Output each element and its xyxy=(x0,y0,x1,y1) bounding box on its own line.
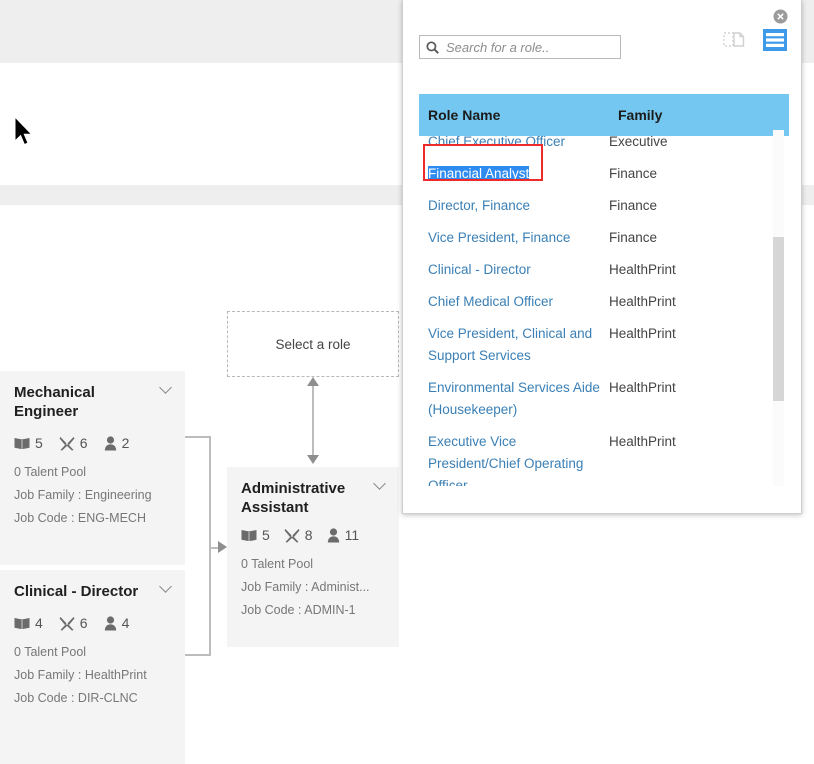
stat-value: 5 xyxy=(262,527,270,543)
role-table-body[interactable]: Chief Executive Officer Executive Financ… xyxy=(419,126,801,486)
list-view-icon[interactable] xyxy=(763,29,787,51)
cell-family: Finance xyxy=(609,166,658,181)
card-talent-pool: 0 Talent Pool xyxy=(14,465,87,479)
tools-icon xyxy=(284,528,300,543)
cell-family: HealthPrint xyxy=(609,380,676,395)
cell-role-name[interactable]: Environmental Services Aide (Housekeeper… xyxy=(428,372,609,426)
table-row[interactable]: Environmental Services Aide (Housekeeper… xyxy=(419,372,801,426)
cell-role-name[interactable]: Vice President, Clinical and Support Ser… xyxy=(428,318,609,372)
column-header-family: Family xyxy=(618,107,663,123)
chevron-down-icon[interactable] xyxy=(160,582,173,590)
card-stats: 5 8 11 xyxy=(241,527,385,543)
role-table-header: Role Name Family xyxy=(419,94,789,136)
stat-value: 4 xyxy=(35,615,43,631)
stat-people: 4 xyxy=(104,615,130,631)
card-view-icon[interactable] xyxy=(723,30,745,50)
table-row[interactable]: Director, Finance Finance xyxy=(419,190,801,222)
stat-people: 11 xyxy=(327,527,360,543)
stat-value: 11 xyxy=(344,527,360,543)
card-title: Clinical - Director xyxy=(14,583,139,600)
dropzone-connector-line xyxy=(312,381,314,459)
stat-competencies: 5 xyxy=(14,435,43,451)
stat-value: 4 xyxy=(121,615,130,631)
person-icon xyxy=(104,615,116,630)
stat-value: 2 xyxy=(121,435,130,451)
connector-line-bottom xyxy=(185,654,211,656)
cell-role-name[interactable]: Financial Analyst xyxy=(428,158,609,190)
cell-role-name[interactable]: Director, Finance xyxy=(428,190,609,222)
table-row[interactable]: Executive Vice President/Chief Operating… xyxy=(419,426,801,486)
card-job-family: Job Family : Administ... xyxy=(241,580,370,594)
card-title: Administrative Assistant xyxy=(241,480,346,516)
cell-family: HealthPrint xyxy=(609,294,676,309)
cell-family: Finance xyxy=(609,198,658,213)
table-row[interactable]: Vice President, Finance Finance xyxy=(419,222,801,254)
tools-icon xyxy=(59,436,75,451)
stat-skills: 8 xyxy=(284,527,313,543)
role-card-mechanical-engineer[interactable]: Mechanical Engineer 5 6 2 0 Talent Pool … xyxy=(0,371,185,565)
card-job-code: Job Code : DIR-CLNC xyxy=(14,691,138,705)
role-card-clinical-director[interactable]: Clinical - Director 4 6 4 0 Talent Pool … xyxy=(0,570,185,764)
view-toggle-group xyxy=(723,29,787,51)
selected-role-text: Financial Analyst xyxy=(428,166,530,181)
book-icon xyxy=(14,617,30,629)
search-input[interactable] xyxy=(444,38,614,56)
dropzone-arrow-up xyxy=(307,377,319,386)
cell-family: HealthPrint xyxy=(609,262,676,277)
stat-skills: 6 xyxy=(59,615,88,631)
dropzone-label: Select a role xyxy=(275,336,351,352)
table-row[interactable]: Chief Medical Officer HealthPrint xyxy=(419,286,801,318)
role-picker-toolbar xyxy=(403,0,801,76)
book-icon xyxy=(14,437,30,449)
close-icon[interactable] xyxy=(773,9,788,24)
stat-people: 2 xyxy=(104,435,130,451)
role-card-administrative-assistant[interactable]: Administrative Assistant 5 8 11 0 Talent… xyxy=(227,467,399,647)
person-icon xyxy=(104,435,116,450)
stat-value: 6 xyxy=(79,615,88,631)
cell-role-name[interactable]: Clinical - Director xyxy=(428,254,609,286)
card-talent-pool: 0 Talent Pool xyxy=(14,645,87,659)
dropzone-arrow-down xyxy=(307,455,319,464)
role-picker-panel: Chief Executive Officer Executive Financ… xyxy=(402,0,802,514)
cell-role-name[interactable]: Vice President, Finance xyxy=(428,222,609,254)
card-talent-pool: 0 Talent Pool xyxy=(241,557,314,571)
card-job-family: Job Family : Engineering xyxy=(14,488,152,502)
stat-value: 8 xyxy=(304,527,313,543)
select-a-role-dropzone[interactable]: Select a role xyxy=(227,311,399,377)
stat-competencies: 4 xyxy=(14,615,43,631)
table-row[interactable]: Vice President, Clinical and Support Ser… xyxy=(419,318,801,372)
stat-competencies: 5 xyxy=(241,527,270,543)
card-stats: 5 6 2 xyxy=(14,435,171,451)
cell-family: Finance xyxy=(609,230,658,245)
search-icon xyxy=(426,40,439,54)
card-job-family: Job Family : HealthPrint xyxy=(14,668,147,682)
connector-arrow-into-card xyxy=(218,541,227,553)
table-row[interactable]: Clinical - Director HealthPrint xyxy=(419,254,801,286)
stat-value: 6 xyxy=(79,435,88,451)
stat-skills: 6 xyxy=(59,435,88,451)
cell-family: HealthPrint xyxy=(609,434,676,449)
card-job-code: Job Code : ADMIN-1 xyxy=(241,603,356,617)
cell-role-name[interactable]: Executive Vice President/Chief Operating… xyxy=(428,426,609,486)
connector-line-top xyxy=(185,436,211,438)
book-icon xyxy=(241,529,257,541)
card-job-code: Job Code : ENG-MECH xyxy=(14,511,146,525)
table-row-selected[interactable]: Financial Analyst Finance xyxy=(419,158,801,190)
card-stats: 4 6 4 xyxy=(14,615,171,631)
person-icon xyxy=(327,527,339,542)
stat-value: 5 xyxy=(35,435,43,451)
chevron-down-icon[interactable] xyxy=(374,479,387,487)
search-box[interactable] xyxy=(419,35,621,59)
chevron-down-icon[interactable] xyxy=(160,383,173,391)
connector-line-vertical xyxy=(209,436,211,655)
card-title: Mechanical Engineer xyxy=(14,384,95,420)
cell-family: HealthPrint xyxy=(609,326,676,341)
cell-role-name[interactable]: Chief Medical Officer xyxy=(428,286,609,318)
tools-icon xyxy=(59,616,75,631)
column-header-role-name: Role Name xyxy=(428,107,501,123)
scrollbar-thumb[interactable] xyxy=(773,237,784,401)
